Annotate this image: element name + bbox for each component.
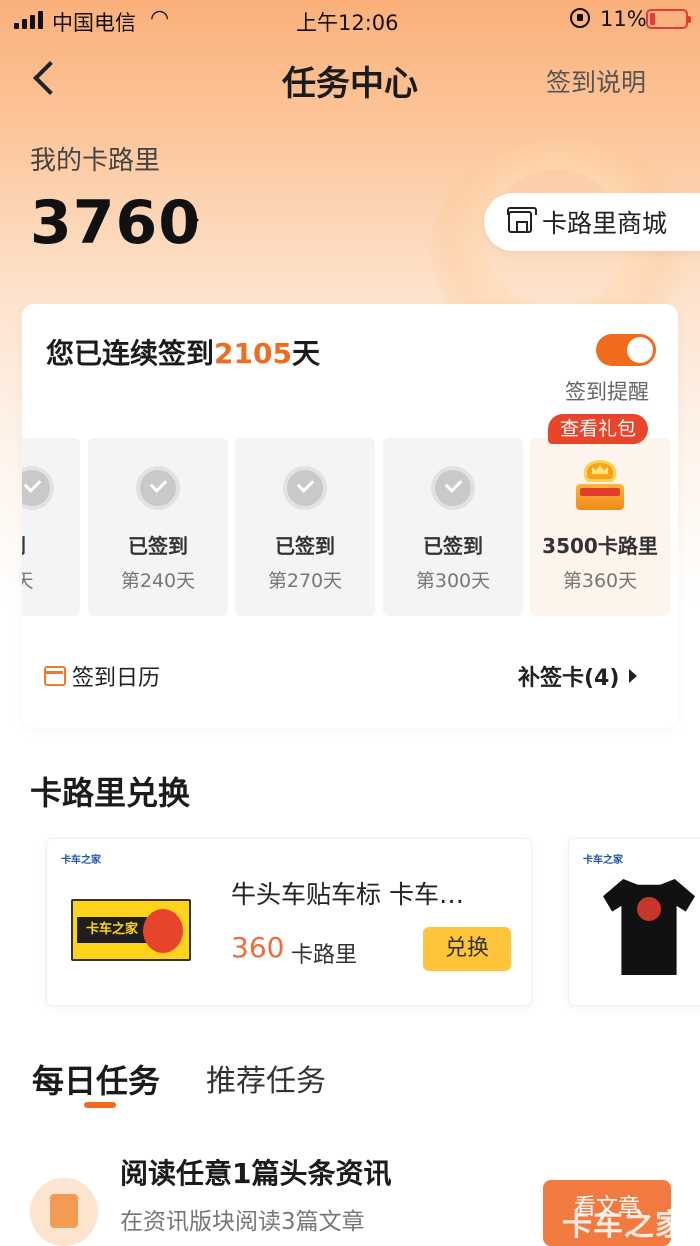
- shop-icon: [507, 207, 537, 233]
- checkin-calendar-link[interactable]: 签到日历: [44, 660, 160, 692]
- task-description: 在资讯版块阅读3篇文章: [120, 1209, 365, 1235]
- signal-icon: [14, 11, 43, 29]
- streak-text: 您已连续签到2105天: [46, 332, 320, 372]
- gift-box-icon: [572, 460, 628, 516]
- day-card: 已签到 第270天: [235, 438, 375, 616]
- product-price: 360: [231, 931, 285, 964]
- day-card: 已签到 第240天: [88, 438, 228, 616]
- status-bar: 中国电信 ◠ 上午12:06 11%: [0, 0, 700, 40]
- view-gift-badge[interactable]: 查看礼包: [548, 414, 649, 444]
- streak-prefix: 您已连续签到: [46, 337, 215, 370]
- makeup-card-label: 补签卡(4): [518, 666, 620, 691]
- tshirt-image: [603, 879, 695, 975]
- points-arrow-icon[interactable]: [190, 212, 199, 228]
- exchange-button[interactable]: 兑换: [423, 927, 511, 971]
- wifi-icon: ◠: [150, 6, 170, 31]
- battery-percent: 11%: [600, 7, 647, 31]
- calendar-icon: [44, 666, 66, 686]
- battery-icon: [646, 9, 691, 29]
- tab-daily-tasks[interactable]: 每日任务: [32, 1056, 160, 1102]
- day-number: 第270天: [267, 570, 343, 592]
- checked-icon: [22, 466, 54, 510]
- brand-logo: 卡车之家: [61, 855, 101, 866]
- reminder-toggle[interactable]: [596, 334, 656, 366]
- arrow-right-icon: [629, 669, 638, 683]
- gift-day-card[interactable]: 3500卡路里 第360天: [530, 438, 670, 616]
- day-number: 第360天: [562, 570, 638, 592]
- exchange-section-title: 卡路里兑换: [30, 774, 191, 812]
- sticker-text: 卡车之家: [77, 917, 147, 943]
- clock: 上午12:06: [296, 11, 399, 35]
- checkin-rules-link[interactable]: 签到说明: [546, 63, 646, 99]
- points-shop-label: 卡路里商城: [542, 209, 668, 238]
- day-status: 已签到: [128, 534, 188, 558]
- my-points-value[interactable]: 3760: [30, 188, 201, 258]
- checked-icon: [136, 466, 180, 510]
- checked-icon: [431, 466, 475, 510]
- my-points-label: 我的卡路里: [30, 146, 161, 176]
- makeup-card-link[interactable]: 补签卡(4): [518, 660, 638, 692]
- article-icon: [30, 1178, 98, 1246]
- day-card: 到 0天: [22, 438, 80, 616]
- brand-logo: 卡车之家: [583, 855, 623, 866]
- checked-icon: [283, 466, 327, 510]
- watermark: 卡车之家: [562, 1208, 686, 1243]
- task-title: 阅读任意1篇头条资讯: [120, 1157, 392, 1190]
- active-tab-indicator: [84, 1102, 116, 1108]
- day-status: 3500卡路里: [542, 534, 658, 558]
- day-card: 已签到 第300天: [383, 438, 523, 616]
- carrier-label: 中国电信: [52, 11, 136, 35]
- day-number: 0天: [22, 570, 34, 592]
- checkin-days-strip[interactable]: 到 0天 已签到 第240天 已签到 第270天 已签到 第300天 3500卡…: [22, 438, 678, 616]
- checkin-calendar-label: 签到日历: [72, 666, 161, 691]
- product-image: 卡车之家: [71, 899, 191, 961]
- product-card[interactable]: 卡车之家 卡车之家 牛头车贴车标 卡车… 360 卡路里 兑换: [46, 838, 532, 1006]
- product-price-unit: 卡路里: [291, 943, 358, 968]
- checkin-card: 您已连续签到2105天 签到提醒 到 0天 已签到 第240天 已签到 第270…: [22, 304, 678, 728]
- reminder-label: 签到提醒: [565, 380, 649, 404]
- mascot-image: [143, 909, 183, 953]
- day-number: 第300天: [415, 570, 491, 592]
- day-status: 已签到: [275, 534, 335, 558]
- product-card[interactable]: 卡车之家: [568, 838, 700, 1006]
- streak-suffix: 天: [291, 337, 320, 370]
- orientation-lock-icon: [570, 8, 590, 28]
- points-shop-button[interactable]: 卡路里商城: [484, 193, 700, 251]
- day-status: 已签到: [423, 534, 483, 558]
- streak-days: 2105: [214, 337, 292, 370]
- product-name: 牛头车贴车标 卡车…: [231, 880, 464, 909]
- day-status: 到: [22, 530, 86, 559]
- day-number: 第240天: [120, 570, 196, 592]
- tab-recommended-tasks[interactable]: 推荐任务: [206, 1056, 326, 1100]
